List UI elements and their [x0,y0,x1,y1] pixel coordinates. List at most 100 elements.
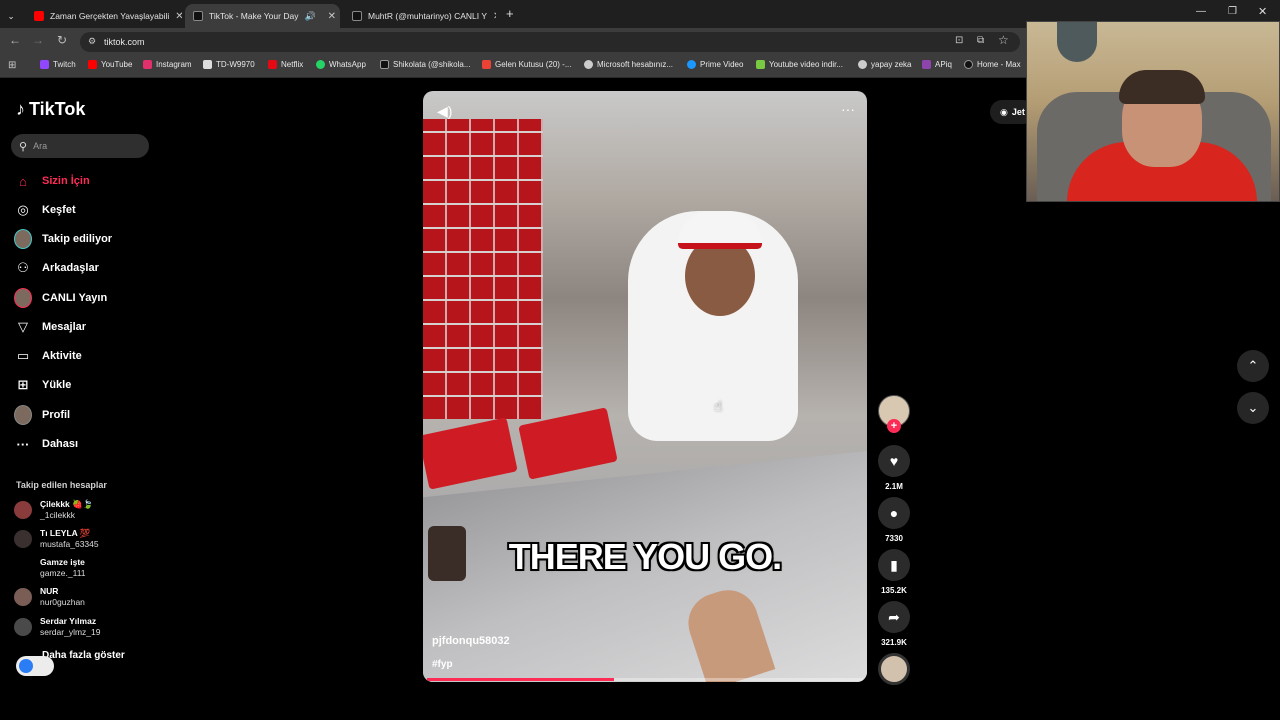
mouse-cursor-icon: ☝ [714,398,723,414]
max-icon [964,60,973,69]
bookmark-youtube-downloader[interactable]: Youtube video indir... [756,60,843,69]
nav-aktivite[interactable]: ▭ Aktivite [14,345,82,367]
restore-icon[interactable]: ❐ [1228,6,1237,17]
home-icon: ⌂ [19,173,27,189]
follow-plus-icon[interactable]: + [887,419,901,433]
close-icon[interactable]: ✕ [493,11,496,22]
avatar [14,530,32,548]
tiktok-icon [380,60,389,69]
tab-1[interactable]: Zaman Gerçekten Yavaşlayabili ✕ [26,4,182,28]
save-button[interactable]: ▮ [878,549,910,581]
share-arrow-icon: ➦ [888,608,900,625]
send-icon: ▽ [18,319,28,334]
like-button[interactable]: ♥ [878,445,910,477]
bookmark-star-icon[interactable]: ☆ [998,33,1009,47]
bookmark-microsoft[interactable]: Microsoft hesabınız... [584,60,673,69]
chevron-down-icon: ⌄ [7,10,15,21]
activity-icon: ▭ [16,348,30,363]
youtube-favicon-icon [34,11,44,21]
tab-title: Zaman Gerçekten Yavaşlayabili [50,11,170,21]
comment-count: 7330 [885,534,903,543]
avatar [14,501,32,519]
forward-icon[interactable]: → [30,33,46,47]
nav-dahasi[interactable]: ··· Dahası [14,433,79,455]
tiktok-logo[interactable]: ♪ TikTok [16,99,85,120]
translate-icon[interactable]: ⊡ [955,35,963,46]
video-hashtag[interactable]: #fyp [432,659,453,670]
nav-takip-ediliyor[interactable]: Takip ediliyor [14,228,112,250]
following-account[interactable]: Serdar Yılmaz serdar_ylmz_19 [14,616,100,638]
video-player[interactable]: ◀) ··· THERE YOU GO. pjfdonqu58032 #fyp [423,91,867,682]
close-icon[interactable]: ✕ [328,11,336,22]
show-more-link[interactable]: Daha fazla göster [42,650,125,661]
video-progress-bar[interactable] [427,678,863,681]
following-account[interactable]: NUR nur0guzhan [14,586,85,608]
nav-canli-yayin[interactable]: CANLI Yayın [14,287,107,309]
whatsapp-icon [316,60,325,69]
avatar [14,588,32,606]
speaker-icon[interactable]: 🔊 [304,11,315,22]
bookmark-yapay-zeka[interactable]: yapay zeka [858,60,911,69]
following-account[interactable]: Gamze işte gamze._111 [14,557,86,579]
install-app-icon[interactable]: ⧉ [977,35,984,46]
volume-icon[interactable]: ◀) [437,103,452,120]
tab-3[interactable]: MuhtR (@muhtarinyo) CANLI Y ✕ [344,4,496,28]
tab-2[interactable]: TikTok - Make Your Day 🔊 ✕ [185,4,340,28]
apps-grid-icon[interactable]: ⊞ [8,60,16,71]
avatar [14,618,32,636]
bookmark-icon: ▮ [890,556,898,573]
next-video-button[interactable]: ⌄ [1237,392,1269,424]
search-input[interactable]: ⚲ Ara [11,134,149,158]
bookmark-shikolata[interactable]: Shikolata (@shikola... [380,60,471,69]
reload-icon[interactable]: ↻ [54,33,70,47]
tab-search-button[interactable]: ⌄ [4,4,18,28]
music-disc[interactable] [878,653,910,685]
more-options-icon[interactable]: ··· [841,101,855,117]
previous-video-button[interactable]: ⌃ [1237,350,1269,382]
bookmark-netflix[interactable]: Netflix [268,60,303,69]
twitch-icon [40,60,49,69]
nav-sizin-icin[interactable]: ⌂ Sizin İçin [14,170,90,192]
video-caption: THERE YOU GO. [508,536,782,577]
nav-mesajlar[interactable]: ▽ Mesajlar [14,316,86,338]
gmail-icon [482,60,491,69]
youtube-icon [88,60,97,69]
bookmark-whatsapp[interactable]: WhatsApp [316,60,366,69]
bookmark-gmail[interactable]: Gelen Kutusu (20) -... [482,60,571,69]
compass-icon: ◎ [17,202,29,217]
nav-kesfet[interactable]: ◎ Keşfet [14,199,75,221]
nav-yukle[interactable]: ⊞ Yükle [14,374,72,396]
following-section-title: Takip edilen hesaplar [16,480,107,490]
bookmark-twitch[interactable]: Twitch [40,60,76,69]
comment-button[interactable]: ● [878,497,910,529]
following-account[interactable]: Tı LEYLA 💯 mustafa_63345 [14,528,99,550]
address-bar[interactable]: ⚙ tiktok.com [80,32,1020,52]
window-close-icon[interactable]: ✕ [1258,5,1267,18]
netflix-icon [268,60,277,69]
download-icon [756,60,765,69]
nav-arkadaslar[interactable]: ⚇ Arkadaşlar [14,257,99,279]
bookmark-tdw9970[interactable]: TD-W9970 [203,60,255,69]
tiktok-note-icon: ♪ [16,99,25,119]
bookmark-apiq[interactable]: APiq [922,60,952,69]
apiq-icon [922,60,931,69]
close-icon[interactable]: ✕ [175,11,182,22]
video-username[interactable]: pjfdonqu58032 [432,635,510,647]
bookmark-prime-video[interactable]: Prime Video [687,60,743,69]
following-account[interactable]: Çilekkk 🍓🍃 _1cilekkk [14,499,93,521]
bookmark-youtube[interactable]: YouTube [88,60,132,69]
floating-toggle[interactable] [16,656,54,676]
nav-profil[interactable]: Profil [14,404,70,426]
new-tab-button[interactable]: + [506,6,514,21]
microsoft-icon [584,60,593,69]
bookmark-instagram[interactable]: Instagram [143,60,192,69]
avatar [14,559,32,577]
bookmark-home-max[interactable]: Home - Max [964,60,1021,69]
share-button[interactable]: ➦ [878,601,910,633]
minimize-icon[interactable]: — [1196,6,1206,17]
prime-video-icon [687,60,696,69]
video-progress-fill [427,678,615,681]
site-info-icon[interactable]: ⚙ [88,36,96,47]
ai-icon [858,60,867,69]
back-icon[interactable]: ← [7,33,23,47]
